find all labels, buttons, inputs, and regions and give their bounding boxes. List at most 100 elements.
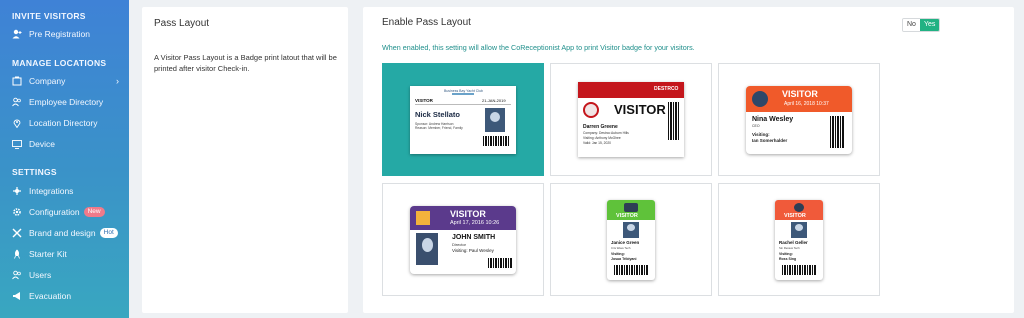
badge-visitor-name: Darren Greene bbox=[583, 124, 618, 130]
sidebar-item-location-directory[interactable]: Location Directory bbox=[0, 113, 129, 133]
company-logo-icon bbox=[752, 90, 768, 107]
wave-logo-icon bbox=[452, 92, 474, 95]
badge-visitor-label: VISITOR bbox=[450, 208, 486, 219]
sidebar-item-integrations[interactable]: Integrations bbox=[0, 181, 129, 201]
sidebar-item-label: Company bbox=[29, 76, 66, 86]
sidebar-item-label: Integrations bbox=[29, 186, 74, 196]
badge-preview: VISITOR Rachel Geller Sin Review Tech Vi… bbox=[775, 199, 823, 280]
sidebar-item-label: Starter Kit bbox=[29, 249, 67, 259]
sidebar-item-pre-registration[interactable]: Pre Registration bbox=[0, 24, 129, 44]
gear-icon bbox=[12, 207, 22, 217]
pass-layout-option-3[interactable]: VISITOR April 16, 2018 10:37 Nina Wesley… bbox=[718, 63, 880, 176]
badge-visitor-name: Nick Stellato bbox=[415, 109, 461, 119]
section-heading-settings: SETTINGS bbox=[12, 167, 57, 177]
badge-role: Cris Wave Tech bbox=[611, 245, 631, 250]
sidebar-item-evacuation[interactable]: Evacuation bbox=[0, 286, 129, 306]
pass-layout-description: A Visitor Pass Layout is a Badge print l… bbox=[154, 53, 337, 73]
badge-preview: Business Bay Yacht Club VISITOR 21-JAN-2… bbox=[410, 85, 516, 154]
company-logo-icon bbox=[794, 202, 804, 212]
badge-visitor-label: VISITOR bbox=[614, 102, 666, 117]
sidebar-item-label: Configuration bbox=[29, 207, 80, 217]
badge-role: Sin Review Tech bbox=[779, 245, 800, 250]
pass-layout-info-panel: Pass Layout A Visitor Pass Layout is a B… bbox=[142, 7, 348, 313]
sidebar-item-label: Location Directory bbox=[29, 118, 98, 128]
badge-role: Director bbox=[452, 241, 467, 247]
badge-company: Company: Destrco Auburn Hills bbox=[583, 131, 629, 135]
badge-visiting: Josua Tribiyani bbox=[611, 256, 637, 261]
camera-icon bbox=[624, 202, 638, 212]
sidebar-item-employee-directory[interactable]: Employee Directory bbox=[0, 92, 129, 112]
barcode bbox=[614, 264, 648, 275]
barcode bbox=[668, 102, 680, 140]
new-badge: New bbox=[83, 207, 105, 217]
badge-visiting: Ross Sing bbox=[779, 256, 797, 261]
sidebar-item-company[interactable]: Company › bbox=[0, 71, 129, 91]
users-icon bbox=[12, 270, 22, 280]
barcode bbox=[488, 257, 512, 268]
sidebar-item-brand-and-design[interactable]: Brand and design Hot bbox=[0, 223, 129, 243]
badge-preview: DESTRCO VISITOR Darren Greene Company: D… bbox=[578, 82, 684, 157]
badge-visitor-label: VISITOR bbox=[616, 212, 638, 219]
sidebar-item-starter-kit[interactable]: Starter Kit bbox=[0, 244, 129, 264]
badge-preview: VISITOR April 17, 2016 10:26 JOHN SMITH … bbox=[410, 205, 516, 274]
rocket-icon bbox=[12, 249, 22, 259]
badge-visitor-label: VISITOR bbox=[784, 212, 806, 219]
sidebar-item-label: Evacuation bbox=[29, 291, 72, 301]
brush-icon bbox=[12, 228, 22, 238]
sidebar-item-users[interactable]: Users bbox=[0, 265, 129, 285]
badge-valid: Valid: Jan 15, 2020 bbox=[583, 141, 611, 145]
pass-layout-option-1[interactable]: Business Bay Yacht Club VISITOR 21-JAN-2… bbox=[382, 63, 544, 176]
sidebar-item-label: Brand and design bbox=[29, 228, 96, 238]
sidebar-item-label: Employee Directory bbox=[29, 97, 104, 107]
badge-visiting: Ian Somerhalder bbox=[752, 137, 788, 143]
badge-preview: VISITOR Janice Green Cris Wave Tech Visi… bbox=[607, 199, 655, 280]
pass-layout-option-2[interactable]: DESTRCO VISITOR Darren Greene Company: D… bbox=[550, 63, 712, 176]
toggle-yes-option[interactable]: Yes bbox=[919, 19, 940, 31]
barcode bbox=[483, 135, 509, 146]
section-heading-invite-visitors: INVITE VISITORS bbox=[12, 11, 86, 21]
toggle-no-option[interactable]: No bbox=[903, 19, 920, 31]
sidebar-item-label: Pre Registration bbox=[29, 29, 90, 39]
company-icon bbox=[12, 76, 22, 86]
barcode bbox=[782, 264, 816, 275]
visitor-photo bbox=[791, 221, 807, 238]
pass-layout-option-6[interactable]: VISITOR Rachel Geller Sin Review Tech Vi… bbox=[718, 183, 880, 296]
divider bbox=[415, 103, 511, 105]
company-seal-icon bbox=[583, 102, 599, 118]
badge-visitor-label: VISITOR bbox=[415, 97, 433, 103]
user-plus-icon bbox=[12, 29, 22, 39]
megaphone-icon bbox=[12, 291, 22, 301]
badge-role: CEO bbox=[752, 123, 760, 128]
badge-date: 21-JAN-2019 bbox=[482, 97, 506, 103]
users-icon bbox=[12, 97, 22, 107]
panel-title: Pass Layout bbox=[154, 18, 210, 29]
visitor-photo bbox=[623, 221, 639, 238]
monitor-icon bbox=[12, 139, 22, 149]
badge-visiting: Visiting: Paul Wesley bbox=[452, 247, 494, 253]
visitor-photo bbox=[416, 232, 438, 265]
section-heading-manage-locations: MANAGE LOCATIONS bbox=[12, 58, 107, 68]
pass-layout-option-4[interactable]: VISITOR April 17, 2016 10:26 JOHN SMITH … bbox=[382, 183, 544, 296]
enable-pass-layout-panel: Enable Pass Layout No Yes When enabled, … bbox=[363, 7, 1014, 313]
badge-visitor-name: Janice Green bbox=[611, 239, 640, 245]
badge-preview: VISITOR April 16, 2018 10:37 Nina Wesley… bbox=[746, 85, 852, 154]
badge-visiting-label: Visiting: bbox=[611, 251, 625, 256]
pass-layout-option-5[interactable]: VISITOR Janice Green Cris Wave Tech Visi… bbox=[550, 183, 712, 296]
enable-pass-layout-toggle[interactable]: No Yes bbox=[902, 18, 941, 32]
integrations-icon bbox=[12, 186, 22, 196]
chevron-right-icon: › bbox=[116, 76, 119, 86]
hot-badge: Hot bbox=[99, 228, 118, 238]
location-pin-icon bbox=[12, 118, 22, 128]
sidebar-item-label: Device bbox=[29, 139, 55, 149]
badge-visiting: Visiting: Anthony McGhee bbox=[583, 136, 621, 140]
company-logo-icon bbox=[416, 210, 430, 225]
sidebar-item-label: Users bbox=[29, 270, 52, 280]
badge-visiting-label: Visiting: bbox=[752, 131, 770, 137]
badge-visitor-label: VISITOR bbox=[782, 88, 818, 99]
badge-date: April 17, 2016 10:26 bbox=[450, 219, 500, 226]
badge-visitor-name: Rachel Geller bbox=[779, 239, 808, 245]
sidebar-item-device[interactable]: Device bbox=[0, 134, 129, 154]
sidebar-item-configuration[interactable]: Configuration New bbox=[0, 202, 129, 222]
badge-visitor-name: JOHN SMITH bbox=[452, 233, 496, 241]
barcode bbox=[830, 115, 844, 148]
